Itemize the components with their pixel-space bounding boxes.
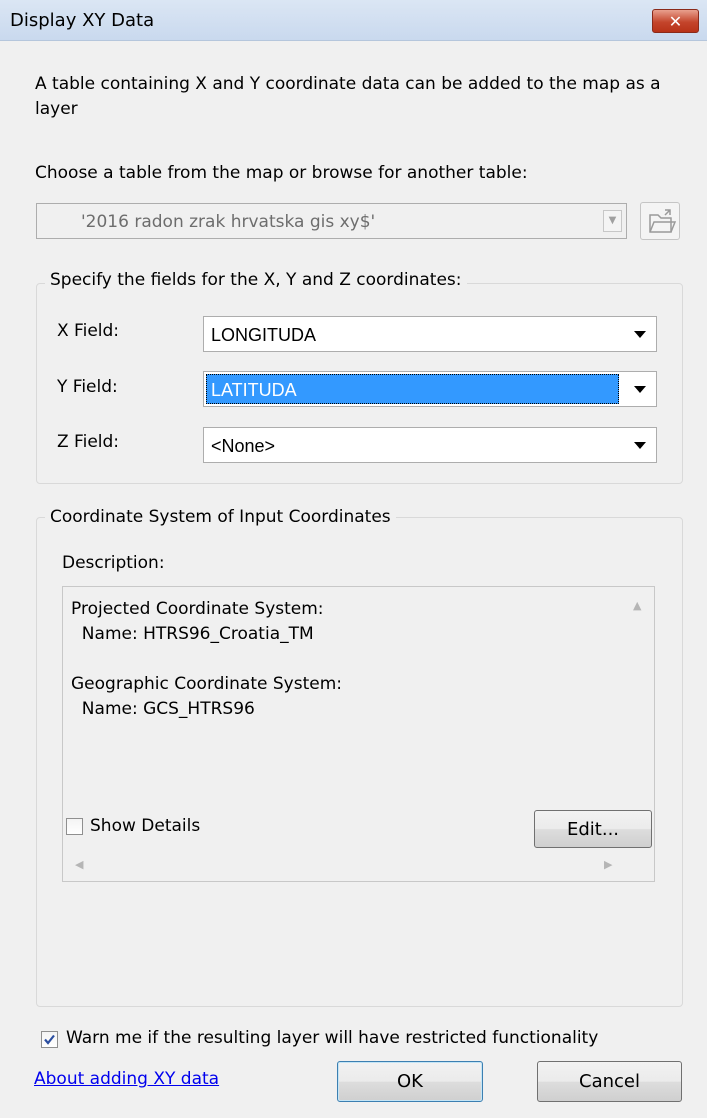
- description-line: Name: GCS_HTRS96: [71, 699, 255, 719]
- scroll-right-icon[interactable]: ▶: [604, 858, 612, 871]
- description-label: Description:: [62, 553, 165, 573]
- chevron-down-icon[interactable]: [634, 386, 646, 393]
- y-field-select[interactable]: LATITUDA: [203, 371, 657, 407]
- chevron-down-icon[interactable]: [634, 331, 646, 338]
- browse-button[interactable]: [640, 202, 680, 240]
- z-field-value: <None>: [211, 436, 276, 456]
- show-details-label[interactable]: Show Details: [90, 816, 200, 836]
- folder-browse-icon: [649, 209, 677, 233]
- description-line: Projected Coordinate System:: [71, 599, 324, 619]
- warn-checkbox[interactable]: [41, 1031, 58, 1048]
- y-field-selection-highlight: LATITUDA: [206, 374, 619, 404]
- horizontal-scrollbar[interactable]: ◀ ▶: [63, 849, 654, 881]
- ok-button[interactable]: OK: [337, 1061, 483, 1102]
- window-title: Display XY Data: [10, 10, 155, 31]
- table-select-value: '2016 radon zrak hrvatska gis xy$': [81, 212, 376, 232]
- description-line: Name: HTRS96_Croatia_TM: [71, 624, 314, 644]
- intro-text: A table containing X and Y coordinate da…: [35, 74, 661, 119]
- y-field-value: LATITUDA: [211, 380, 297, 400]
- table-chooser-label: Choose a table from the map or browse fo…: [35, 163, 528, 183]
- chevron-down-icon[interactable]: ▼: [603, 210, 622, 232]
- display-xy-data-dialog: Display XY Data ✕ A table containing X a…: [0, 0, 707, 1118]
- z-field-select[interactable]: <None>: [203, 427, 657, 463]
- close-icon: ✕: [668, 11, 683, 31]
- fields-group-title: Specify the fields for the X, Y and Z co…: [45, 270, 467, 290]
- warn-label[interactable]: Warn me if the resulting layer will have…: [66, 1028, 598, 1048]
- x-field-select[interactable]: LONGITUDA: [203, 316, 657, 352]
- title-bar[interactable]: Display XY Data ✕: [0, 0, 707, 41]
- close-button[interactable]: ✕: [652, 9, 699, 33]
- chevron-down-icon[interactable]: [634, 442, 646, 449]
- about-xy-data-link[interactable]: About adding XY data: [34, 1069, 219, 1089]
- x-field-label: X Field:: [57, 321, 120, 341]
- table-select[interactable]: '2016 radon zrak hrvatska gis xy$' ▼: [36, 203, 627, 239]
- edit-button-label: Edit...: [566, 818, 620, 840]
- show-details-checkbox[interactable]: [66, 818, 83, 835]
- cancel-button-label: Cancel: [579, 1071, 640, 1092]
- checkmark-icon: [44, 1034, 55, 1045]
- scroll-left-icon[interactable]: ◀: [75, 858, 83, 871]
- scroll-up-icon[interactable]: ▲: [633, 599, 641, 612]
- cancel-button[interactable]: Cancel: [537, 1061, 682, 1102]
- coordinate-system-group-title: Coordinate System of Input Coordinates: [45, 507, 396, 527]
- z-field-label: Z Field:: [57, 432, 120, 452]
- description-line: Geographic Coordinate System:: [71, 674, 342, 694]
- y-field-label: Y Field:: [57, 377, 118, 397]
- edit-button[interactable]: Edit...: [534, 810, 652, 848]
- ok-button-label: OK: [397, 1071, 423, 1092]
- x-field-value: LONGITUDA: [211, 325, 317, 345]
